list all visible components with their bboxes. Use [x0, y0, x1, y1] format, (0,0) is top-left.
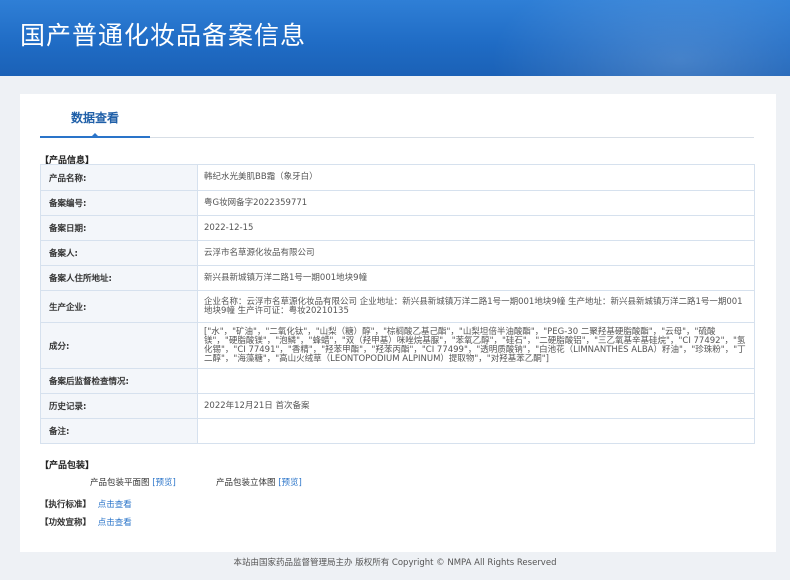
standard-row: 【执行标准】 点击查看	[40, 498, 132, 510]
efficacy-section-title: 【功效宣称】	[40, 518, 92, 528]
row-label-supervision: 备案后监督检查情况:	[40, 368, 198, 394]
tab-active-caret-icon	[90, 133, 100, 138]
tab-data-view-label: 数据查看	[70, 111, 119, 125]
table-row: 备案日期: 2022-12-15	[40, 215, 755, 241]
standard-view-link[interactable]: 点击查看	[98, 500, 132, 510]
row-value-record-number: 粤G妆网备字2022359771	[197, 190, 755, 216]
row-value-supervision	[197, 368, 755, 394]
row-value-product-name: 韩纪水光美肌BB霜（象牙白）	[197, 164, 755, 191]
packaging-solid-row: 产品包装立体图 [预览]	[216, 476, 302, 488]
packaging-flat-label: 产品包装平面图	[90, 478, 150, 488]
packaging-solid-preview-link[interactable]: [预览]	[278, 478, 302, 488]
row-value-record-date: 2022-12-15	[197, 215, 755, 241]
row-label-record-number: 备案编号:	[40, 190, 198, 216]
table-row: 备案后监督检查情况:	[40, 368, 755, 394]
content-panel: 数据查看 【产品信息】 产品名称: 韩纪水光美肌BB霜（象牙白） 备案编号: 粤…	[20, 94, 776, 552]
packaging-flat-row: 产品包装平面图 [预览]	[90, 476, 176, 488]
row-label-remarks: 备注:	[40, 418, 198, 444]
table-row: 成分: ["水"，"矿油"，"二氧化钛"，"山梨（糖）醇"，"棕榈酸乙基己酯"，…	[40, 322, 755, 369]
tab-data-view[interactable]: 数据查看	[40, 106, 150, 138]
product-info-table: 产品名称: 韩纪水光美肌BB霜（象牙白） 备案编号: 粤G妆网备字2022359…	[40, 164, 755, 444]
efficacy-row: 【功效宣称】 点击查看	[40, 516, 132, 528]
row-label-registrant-address: 备案人住所地址:	[40, 265, 198, 291]
header-decoration	[490, 0, 790, 76]
row-label-manufacturer: 生产企业:	[40, 290, 198, 323]
page-header: 国产普通化妆品备案信息	[0, 0, 790, 76]
packaging-section-title: 【产品包装】	[40, 461, 95, 471]
row-label-record-date: 备案日期:	[40, 215, 198, 241]
page-title: 国产普通化妆品备案信息	[20, 21, 307, 50]
table-row: 备案人住所地址: 新兴县新城镇万洋二路1号一期001地块9幢	[40, 265, 755, 291]
row-label-product-name: 产品名称:	[40, 164, 198, 191]
table-row: 产品名称: 韩纪水光美肌BB霜（象牙白）	[40, 164, 755, 191]
efficacy-view-link[interactable]: 点击查看	[98, 518, 132, 528]
row-value-registrant-address: 新兴县新城镇万洋二路1号一期001地块9幢	[197, 265, 755, 291]
packaging-flat-preview-link[interactable]: [预览]	[152, 478, 176, 488]
row-value-remarks	[197, 418, 755, 444]
row-label-history: 历史记录:	[40, 393, 198, 419]
row-value-manufacturer: 企业名称：云浮市名草源化妆品有限公司 企业地址：新兴县新城镇万洋二路1号一期00…	[197, 290, 755, 323]
table-row: 备案编号: 粤G妆网备字2022359771	[40, 190, 755, 216]
row-label-registrant: 备案人:	[40, 240, 198, 266]
row-value-registrant: 云浮市名草源化妆品有限公司	[197, 240, 755, 266]
table-row: 历史记录: 2022年12月21日 首次备案	[40, 393, 755, 419]
standard-section-title: 【执行标准】	[40, 500, 92, 510]
table-row: 生产企业: 企业名称：云浮市名草源化妆品有限公司 企业地址：新兴县新城镇万洋二路…	[40, 290, 755, 323]
packaging-solid-label: 产品包装立体图	[216, 478, 276, 488]
row-label-ingredients: 成分:	[40, 322, 198, 369]
row-value-ingredients: ["水"，"矿油"，"二氧化钛"，"山梨（糖）醇"，"棕榈酸乙基己酯"，"山梨坦…	[197, 322, 755, 369]
tab-bar: 数据查看	[40, 106, 754, 138]
table-row: 备注:	[40, 418, 755, 444]
row-value-history: 2022年12月21日 首次备案	[197, 393, 755, 419]
page-footer: 本站由国家药品监督管理局主办 版权所有 Copyright © NMPA All…	[233, 558, 557, 568]
table-row: 备案人: 云浮市名草源化妆品有限公司	[40, 240, 755, 266]
